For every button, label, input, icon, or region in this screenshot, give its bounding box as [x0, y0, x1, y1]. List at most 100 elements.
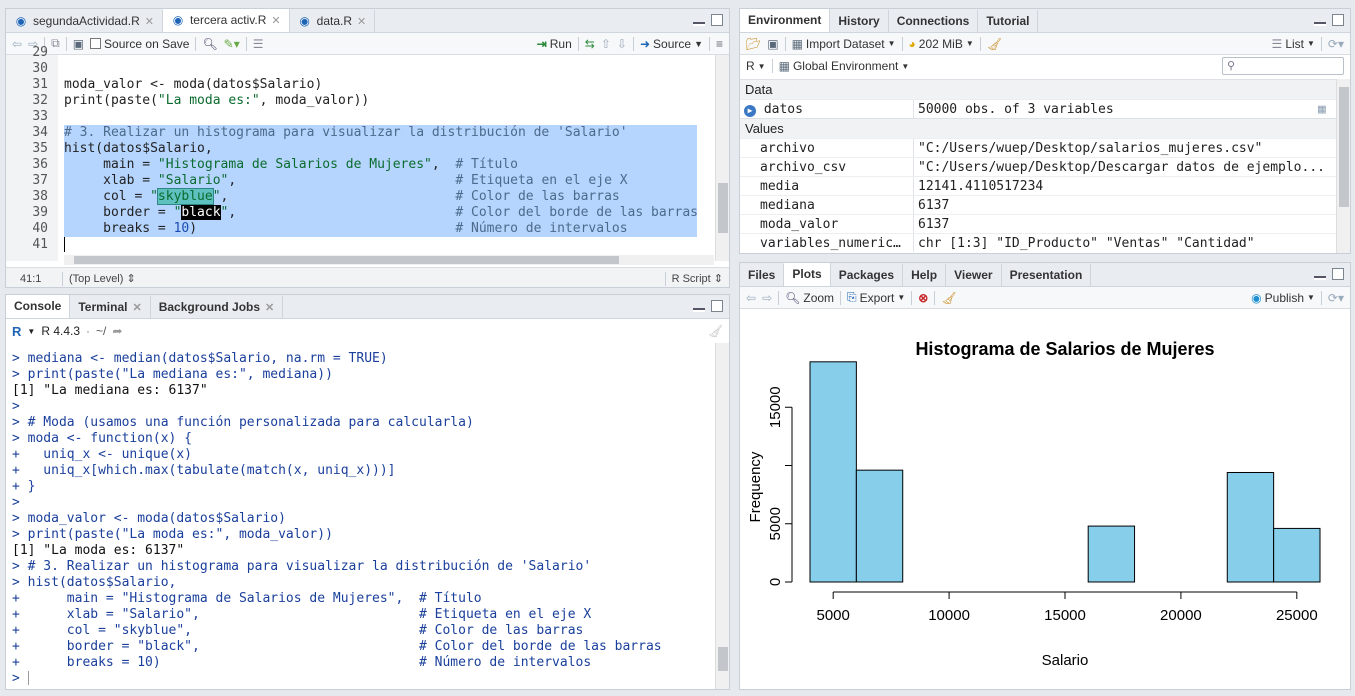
environment-scrollbar[interactable] — [1336, 79, 1350, 253]
export-button[interactable]: ⎘ Export ▼ — [847, 290, 905, 305]
chevron-down-icon: ▼ — [1307, 39, 1315, 48]
refresh-icon[interactable]: ⟳▾ — [1328, 37, 1344, 51]
env-row-datos[interactable]: ▶ datos 50000 obs. of 3 variables ▦ — [740, 99, 1336, 118]
code-line[interactable]: 40 breaks = 10) # Número de intervalos — [6, 221, 715, 237]
tab-environment[interactable]: Environment — [740, 9, 831, 32]
tab-console[interactable]: Console — [6, 295, 71, 318]
filetype-selector[interactable]: R Script ⇕ — [666, 272, 729, 285]
console-output[interactable]: > # Mediana> mediana <- median(datos$Sal… — [6, 347, 715, 689]
code-line[interactable]: 34 # 3. Realizar un histograma para visua… — [6, 125, 715, 141]
tab-files[interactable]: Files — [740, 264, 785, 286]
console-input-line: + uniq_x[which.max(tabulate(match(x, uni… — [12, 463, 396, 478]
minimize-icon[interactable] — [1314, 276, 1326, 280]
console-scrollbar[interactable] — [715, 343, 729, 689]
env-row-value[interactable]: archivo "C:/Users/wuep/Desktop/salarios_m… — [740, 138, 1336, 157]
working-directory[interactable]: ~/ — [96, 324, 106, 338]
editor-vertical-scrollbar[interactable] — [715, 55, 729, 261]
tab-segunda-actividad[interactable]: ◉ segundaActividad.R ✕ — [6, 10, 163, 32]
save-icon[interactable]: ▣ — [767, 37, 778, 51]
code-editor[interactable]: 29 30 31 moda_valor <- moda(datos$Salario) 3… — [6, 45, 729, 261]
clear-plots-icon[interactable]: 🧹︎ — [941, 291, 956, 305]
tab-tutorial[interactable]: Tutorial — [978, 10, 1039, 32]
minimize-icon[interactable] — [1314, 22, 1326, 26]
line-number: 32 — [32, 93, 48, 108]
code-text: xlab = "Salario", # Etiqueta en el eje X — [64, 173, 697, 189]
back-icon[interactable]: ⇦ — [746, 291, 756, 305]
cursor-position: 41:1 — [20, 272, 42, 285]
line-number: 38 — [32, 189, 48, 204]
console-input-line: > # Moda (usamos una función personaliza… — [12, 415, 474, 430]
maximize-icon[interactable] — [1332, 14, 1344, 26]
values-section-header: Values — [740, 118, 1336, 138]
scroll-thumb[interactable] — [74, 256, 619, 264]
remove-plot-icon[interactable]: ⊗ — [918, 291, 928, 305]
y-tick-label: 0 — [767, 578, 784, 586]
tab-tercera-activ[interactable]: ◉ tercera activ.R ✕ — [162, 9, 290, 32]
clear-workspace-icon[interactable]: 🧹︎ — [987, 37, 1002, 51]
tab-background-jobs[interactable]: Background Jobs ✕ — [150, 296, 284, 318]
scroll-thumb[interactable] — [1339, 87, 1349, 207]
env-row-value[interactable]: archivo_csv "C:/Users/wuep/Desktop/Descar… — [740, 157, 1336, 176]
code-line[interactable]: 37 xlab = "Salario", # Etiqueta en el ej… — [6, 173, 715, 189]
maximize-icon[interactable] — [1332, 268, 1344, 280]
variable-name: moda_valor — [740, 215, 914, 233]
expand-icon[interactable]: ▶ — [744, 105, 756, 117]
zoom-button[interactable]: 🔍︎ Zoom — [785, 291, 834, 305]
code-line[interactable]: 31 moda_valor <- moda(datos$Salario) — [6, 77, 715, 93]
tab-viewer[interactable]: Viewer — [946, 264, 1002, 286]
environment-selector[interactable]: ▦ Global Environment ▼ — [779, 59, 910, 73]
color-preview: skyblue — [156, 188, 214, 205]
table-view-icon[interactable]: ▦ — [1318, 100, 1336, 118]
env-row-value[interactable]: variables_numeric… chr [1:3] "ID_Producto… — [740, 233, 1336, 252]
publish-button[interactable]: ◉ Publish ▼ — [1251, 291, 1315, 305]
maximize-icon[interactable] — [711, 14, 723, 26]
minimize-icon[interactable] — [693, 308, 705, 312]
go-to-directory-icon[interactable]: ➦ — [112, 324, 122, 338]
close-icon[interactable]: ✕ — [265, 301, 274, 314]
menu-icon[interactable]: ≡ — [716, 37, 723, 51]
tab-help[interactable]: Help — [903, 264, 947, 286]
tab-terminal[interactable]: Terminal ✕ — [70, 296, 151, 318]
view-mode-selector[interactable]: ☰ List ▼ — [1272, 37, 1315, 51]
scroll-thumb[interactable] — [718, 183, 728, 233]
import-dataset-button[interactable]: ▦ Import Dataset ▼ — [792, 37, 896, 51]
line-number: 31 — [32, 77, 48, 92]
load-workspace-icon[interactable]: 📂︎ — [746, 37, 761, 51]
code-line[interactable]: 30 — [6, 61, 715, 77]
scope-selector[interactable]: (Top Level) ⇕ — [63, 272, 136, 285]
code-line[interactable]: 32 print(paste("La moda es:", moda_valor)… — [6, 93, 715, 109]
close-icon[interactable]: ✕ — [132, 301, 141, 314]
refresh-icon[interactable]: ⟳▾ — [1328, 291, 1344, 305]
code-line[interactable]: 38 col = "skyblue", # Color de las barra… — [6, 188, 715, 205]
forward-icon[interactable]: ⇨ — [762, 291, 772, 305]
close-icon[interactable]: ✕ — [145, 15, 154, 28]
code-line[interactable]: 29 — [6, 45, 715, 61]
clear-console-icon[interactable]: 🧹︎ — [708, 324, 723, 338]
scroll-thumb[interactable] — [718, 647, 728, 671]
env-row-value[interactable]: media 12141.4110517234 — [740, 176, 1336, 195]
minimize-icon[interactable] — [693, 22, 705, 26]
editor-horizontal-scrollbar[interactable] — [64, 255, 714, 265]
environment-toolbar: 📂︎ ▣ ▦ Import Dataset ▼ ◕ 202 MiB ▼ 🧹︎ ☰… — [740, 33, 1350, 55]
tab-presentation[interactable]: Presentation — [1001, 264, 1092, 286]
tab-packages[interactable]: Packages — [830, 264, 904, 286]
code-line[interactable]: 35 hist(datos$Salario, — [6, 141, 715, 157]
close-icon[interactable]: ✕ — [357, 15, 366, 28]
tab-plots[interactable]: Plots — [784, 263, 831, 286]
tab-data-r[interactable]: ◉ data.R ✕ — [289, 10, 376, 32]
code-line[interactable]: 39 border = "black", # Color del borde d… — [6, 205, 715, 221]
maximize-icon[interactable] — [711, 300, 723, 312]
variable-name: archivo_csv — [740, 158, 914, 176]
tab-history[interactable]: History — [830, 10, 889, 32]
environment-search-input[interactable] — [1222, 57, 1344, 75]
memory-usage[interactable]: ◕ 202 MiB ▼ — [909, 37, 974, 51]
chevron-down-icon[interactable]: ▼ — [27, 327, 35, 336]
code-line[interactable]: 33 — [6, 109, 715, 125]
code-line[interactable]: 36 main = "Histograma de Salarios de Muj… — [6, 157, 715, 173]
language-selector[interactable]: R ▼ — [746, 59, 766, 73]
tab-connections[interactable]: Connections — [888, 10, 979, 32]
close-icon[interactable]: ✕ — [271, 14, 280, 27]
env-row-value[interactable]: moda_valor 6137 — [740, 214, 1336, 233]
code-line[interactable]: 41 — [6, 237, 715, 253]
env-row-value[interactable]: mediana 6137 — [740, 195, 1336, 214]
